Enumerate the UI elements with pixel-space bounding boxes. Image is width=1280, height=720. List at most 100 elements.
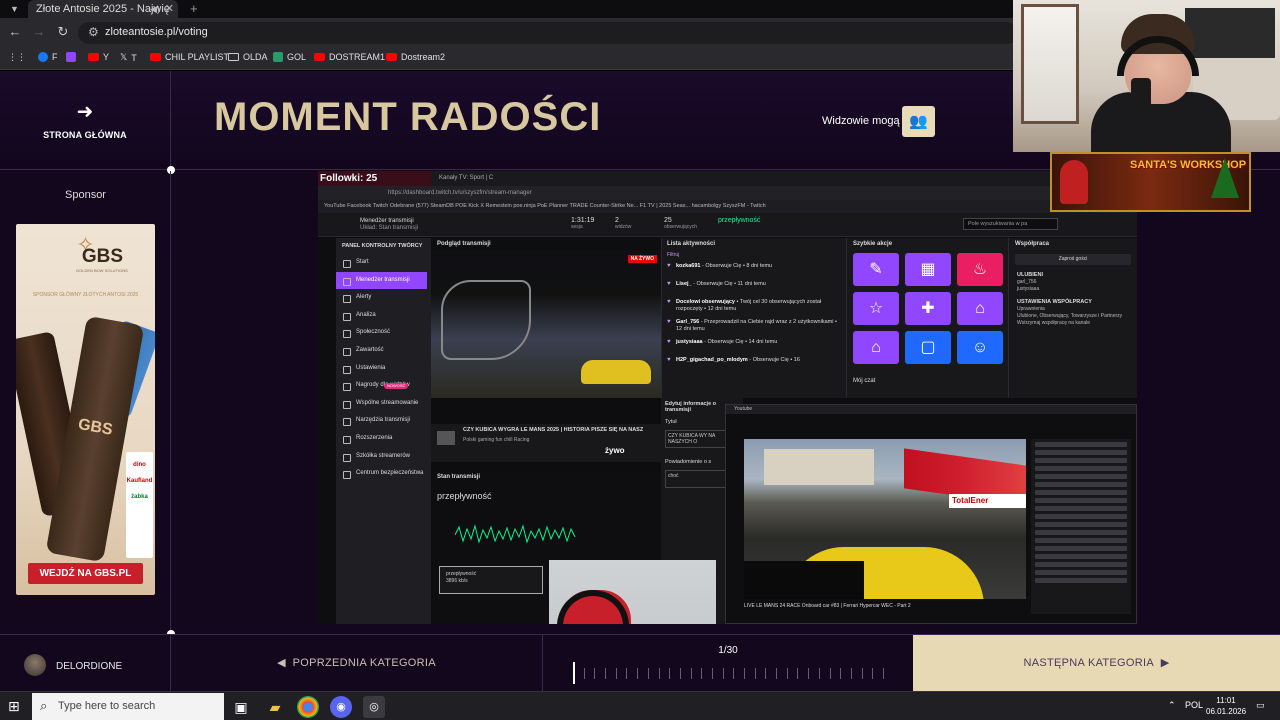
forward-icon[interactable]: →	[30, 24, 48, 39]
progress-tick[interactable]	[669, 668, 671, 679]
progress-tick[interactable]	[711, 668, 713, 679]
nav-item[interactable]: Społeczność	[336, 324, 431, 342]
reload-icon[interactable]: ↻	[54, 24, 72, 40]
bookmark-chil-playlist[interactable]: CHIL PLAYLIST	[150, 52, 229, 62]
progress-tick[interactable]	[808, 668, 810, 679]
apps-icon[interactable]: ⋮⋮	[8, 52, 26, 63]
home-link[interactable]: ➜ STRONA GŁÓWNA	[0, 71, 171, 170]
race-video[interactable]: TotalEner	[744, 439, 1026, 599]
progress-ticks[interactable]	[573, 662, 884, 684]
tab-search-icon[interactable]: ▼	[10, 0, 19, 18]
speaker-icon[interactable]: ◀)	[150, 0, 160, 18]
progress-tick[interactable]	[605, 668, 607, 679]
twitch-search[interactable]: Pole wyszukiwania w pa	[963, 218, 1058, 230]
back-icon[interactable]: ←	[6, 24, 24, 39]
progress-tick[interactable]	[797, 668, 799, 679]
sponsor-ad[interactable]: ✧ GBS GOLDEN BOW SOLUTIONS SPONSOR GŁÓWN…	[16, 224, 155, 595]
next-category-button[interactable]: NASTĘPNA KATEGORIA ▶	[913, 635, 1280, 692]
progress-tick[interactable]	[765, 668, 767, 679]
progress-tick[interactable]	[776, 668, 778, 679]
ad-icon[interactable]: ⌂	[853, 331, 899, 364]
nav-item[interactable]: Alerty	[336, 289, 431, 307]
activity-item[interactable]: kozka691 - Obserwuje Cię • 8 dni temu	[662, 260, 846, 278]
bookmark-twitch[interactable]	[66, 52, 76, 62]
site-info-icon[interactable]: ⚙	[88, 25, 99, 39]
progress-tick[interactable]	[594, 668, 596, 679]
raid-icon[interactable]: ♨	[957, 253, 1003, 286]
progress-tick[interactable]	[840, 668, 842, 679]
nav-item[interactable]: Analiza	[336, 307, 431, 325]
stream-media[interactable]: Followki: 25 Kanały TV: Sport | C https:…	[318, 171, 1137, 624]
bookmark-olda[interactable]: OLDA	[228, 52, 268, 62]
nav-item[interactable]: Rozszerzenia	[336, 430, 431, 448]
progress-tick[interactable]	[583, 668, 585, 679]
windows-start-icon[interactable]: ⊞	[8, 698, 20, 715]
activity-item[interactable]: H2P_gigachad_po_mlodym - Obserwuje Cię •…	[662, 354, 846, 372]
race-window[interactable]: Youtube TotalEner LIVE LE MANS 24 RACE O…	[725, 404, 1137, 624]
progress-tick[interactable]	[818, 668, 820, 679]
nav-item-rewards[interactable]: Nagrody dla widzów NOWOŚĆ	[336, 377, 431, 395]
add-user-icon[interactable]: ✚	[905, 292, 951, 325]
notifications-icon[interactable]: ▭	[1256, 700, 1265, 711]
star-icon[interactable]: ☆	[853, 292, 899, 325]
tray-arrow-icon[interactable]: ⌃	[1168, 700, 1176, 711]
nav-item[interactable]: Narzędzia transmisji	[336, 412, 431, 430]
taskbar-search[interactable]: ⌕ Type here to search	[32, 693, 224, 720]
close-icon[interactable]: ✕	[165, 0, 174, 18]
url-field[interactable]: ⚙ zloteantosie.pl/voting	[78, 22, 1018, 44]
progress-tick[interactable]	[701, 668, 703, 679]
nav-item[interactable]: Start	[336, 254, 431, 272]
progress-tick[interactable]	[744, 668, 746, 679]
obs-icon[interactable]: ◎	[363, 696, 385, 718]
progress-tick[interactable]	[786, 668, 788, 679]
progress-tick[interactable]	[647, 668, 649, 679]
progress-tick[interactable]	[872, 668, 874, 679]
bookmark-dostream1[interactable]: DOSTREAM1	[314, 52, 385, 62]
activity-item[interactable]: Garl_756 - Przeprowadził na Ciebie rajd …	[662, 316, 846, 336]
activity-filter[interactable]: Filtruj	[662, 250, 846, 260]
prev-category-button[interactable]: ◀ PO‌PRZEDNIA KATEGORIA	[171, 635, 543, 692]
progress-tick[interactable]	[626, 668, 628, 679]
nav-item[interactable]: Zawartość	[336, 342, 431, 360]
progress-tick[interactable]	[615, 668, 617, 679]
clock[interactable]: 11:01 06.01.2026	[1206, 695, 1246, 717]
activity-item[interactable]: justysiaaa - Obserwuje Cię • 14 dni temu	[662, 336, 846, 354]
progress-tick[interactable]	[690, 668, 692, 679]
chrome-icon[interactable]	[297, 696, 319, 718]
progress-tick[interactable]	[883, 668, 884, 679]
invite-guests-button[interactable]: Zaproś gości	[1015, 254, 1131, 265]
ad-cta-button[interactable]: WEJDŹ NA GBS.PL	[28, 563, 143, 584]
activity-item[interactable]: Docelowi obserwujący • Twój cel 30 obser…	[662, 296, 846, 316]
bookmark-facebook[interactable]: F	[38, 52, 58, 62]
preview-video[interactable]: NA ŻYWO	[431, 250, 661, 398]
progress-tick[interactable]	[754, 668, 756, 679]
progress-tick[interactable]	[679, 668, 681, 679]
progress-tick-current[interactable]	[573, 662, 575, 684]
progress-tick[interactable]	[861, 668, 863, 679]
clapper-icon[interactable]: ▦	[905, 253, 951, 286]
emote-icon[interactable]: ☺	[957, 331, 1003, 364]
discord-icon[interactable]: ◉	[330, 696, 352, 718]
ad-icon[interactable]: ⌂	[957, 292, 1003, 325]
activity-item[interactable]: Lisej_ - Obserwuje Cię • 11 dni temu	[662, 278, 846, 296]
bookmark-dostream2[interactable]: Dostream2	[386, 52, 445, 62]
bookmark-gol[interactable]: GOL	[273, 52, 306, 62]
browser-tab[interactable]: Złote Antosie 2025 - Najwię ◀) ✕	[28, 0, 178, 18]
progress-tick[interactable]	[829, 668, 831, 679]
nav-item[interactable]: Ustawienia	[336, 360, 431, 378]
progress-tick[interactable]	[850, 668, 852, 679]
nav-item[interactable]: Centrum bezpieczeństwa	[336, 465, 431, 483]
nav-item-active[interactable]: Menedżer transmisji	[336, 271, 427, 290]
nav-item[interactable]: Wspólne streamowanie	[336, 395, 431, 413]
language-indicator[interactable]: POL	[1185, 700, 1203, 710]
chat-icon[interactable]: ▢	[905, 331, 951, 364]
favorite-user[interactable]: garl_756	[1017, 279, 1036, 285]
user-profile[interactable]: DELORDIONE	[0, 635, 171, 692]
bookmark-t[interactable]: 𝕏T	[120, 52, 137, 63]
file-explorer-icon[interactable]: ▰	[264, 696, 286, 718]
favorite-user[interactable]: justysiaaa	[1017, 286, 1039, 292]
progress-tick[interactable]	[637, 668, 639, 679]
task-view-icon[interactable]: ▣	[230, 696, 252, 718]
bookmark-y[interactable]: Y	[88, 52, 109, 62]
viewers-button[interactable]: 👥	[902, 106, 935, 137]
